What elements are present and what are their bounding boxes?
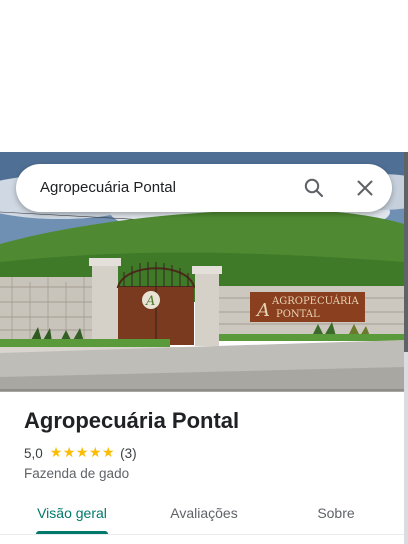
tab-divider bbox=[0, 534, 404, 535]
review-count[interactable]: (3) bbox=[120, 446, 137, 461]
place-title: Agropecuária Pontal bbox=[24, 408, 240, 433]
scrollbar[interactable] bbox=[404, 152, 408, 544]
search-icon[interactable] bbox=[302, 176, 326, 200]
scrollbar-thumb[interactable] bbox=[404, 152, 408, 352]
svg-text:A: A bbox=[255, 300, 270, 321]
star-icon: ★ bbox=[75, 445, 89, 461]
tab-about[interactable]: Sobre bbox=[290, 496, 382, 538]
rating-row[interactable]: 5,0 ★ ★ ★ ★ ★ (3) bbox=[24, 445, 137, 461]
rating-value: 5,0 bbox=[24, 445, 43, 461]
search-box[interactable]: Agropecuária Pontal bbox=[16, 164, 392, 212]
sign-line-1: AGROPECUÁRIA bbox=[271, 295, 359, 307]
sign-line-2: PONTAL bbox=[276, 309, 320, 320]
star-icon: ★ bbox=[62, 445, 76, 461]
search-input[interactable]: Agropecuária Pontal bbox=[40, 179, 176, 196]
star-icon: ★ bbox=[49, 445, 63, 461]
svg-text:A: A bbox=[145, 294, 155, 309]
star-icon: ★ bbox=[88, 445, 102, 461]
close-icon[interactable] bbox=[353, 176, 377, 200]
star-rating: ★ ★ ★ ★ ★ bbox=[50, 446, 115, 460]
place-panel: A A AGROPECUÁRIA PONTAL Agropecuária Pon… bbox=[0, 0, 408, 544]
tab-reviews[interactable]: Avaliações bbox=[152, 496, 256, 538]
place-category[interactable]: Fazenda de gado bbox=[24, 466, 129, 481]
star-icon: ★ bbox=[102, 445, 115, 461]
